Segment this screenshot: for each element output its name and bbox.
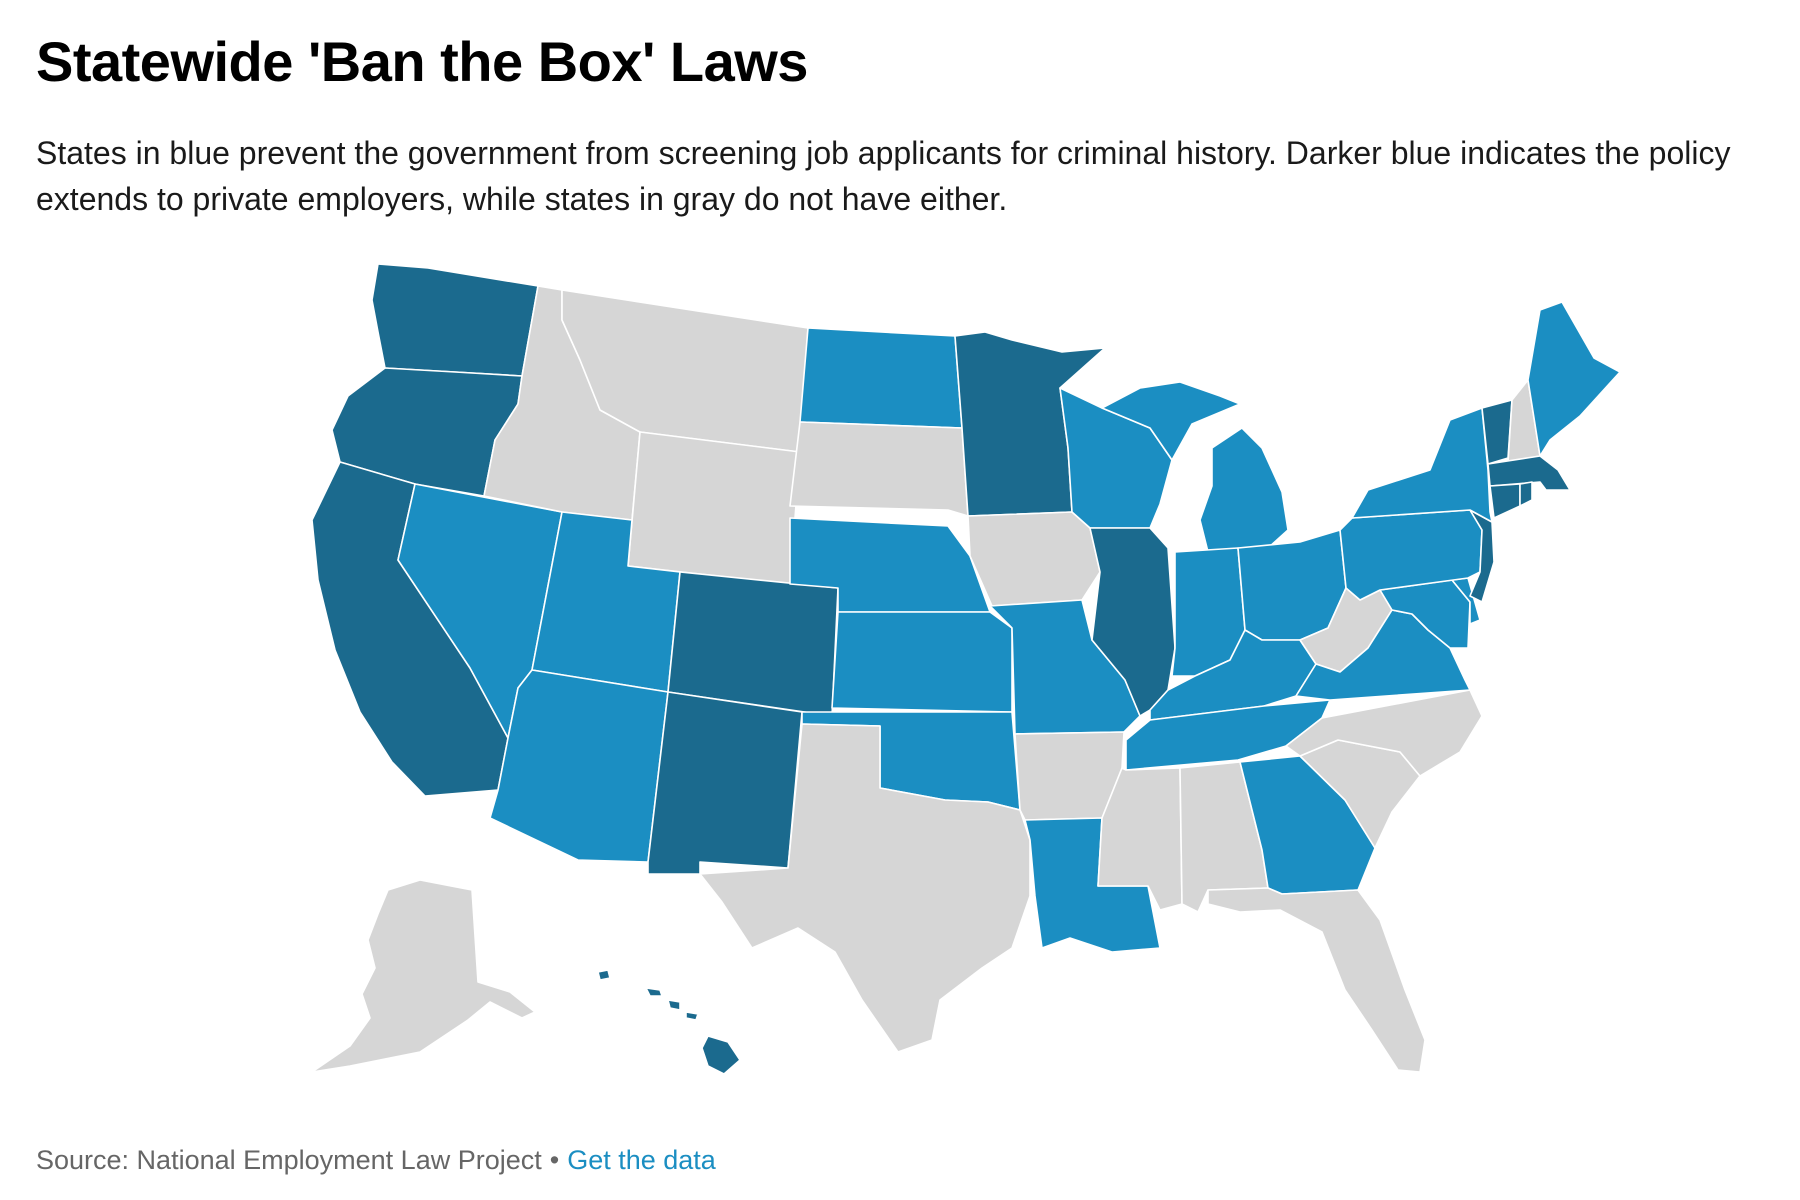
source-footer: Source: National Employment Law Project •… [36,1142,716,1178]
state-ks[interactable] [831,611,1013,713]
state-me[interactable] [1527,301,1621,457]
state-ri[interactable] [1519,481,1533,507]
state-ct[interactable] [1489,483,1521,519]
state-nm[interactable] [647,691,803,875]
state-ia[interactable] [967,511,1101,607]
state-wy[interactable] [627,431,801,585]
state-fl[interactable] [1207,887,1426,1073]
state-co[interactable] [667,571,839,717]
state-az[interactable] [489,669,669,863]
state-ak[interactable] [311,879,536,1073]
state-hi[interactable] [597,969,741,1075]
us-state-map [0,0,1800,1200]
state-nd[interactable] [799,327,963,429]
source-text: Source: National Employment Law Project [36,1145,542,1175]
state-sd[interactable] [789,421,969,517]
map-svg [311,263,1621,1075]
state-vt[interactable] [1481,399,1513,465]
state-ny[interactable] [1351,407,1493,523]
get-the-data-link[interactable]: Get the data [567,1145,716,1175]
state-wa[interactable] [371,263,539,377]
footer-separator: • [549,1145,560,1175]
